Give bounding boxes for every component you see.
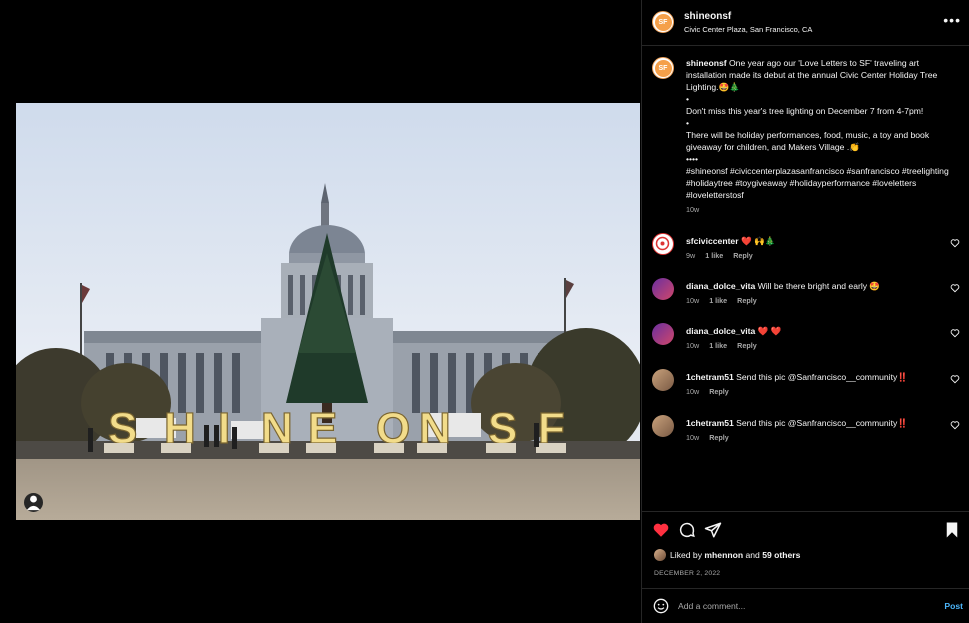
comment-item: diana_dolce_vita Will be there bright an…: [652, 278, 964, 316]
avatar-logo: SF: [654, 13, 672, 31]
avatar[interactable]: [652, 369, 674, 391]
heart-outline-icon[interactable]: [950, 283, 960, 293]
reply-button[interactable]: Reply: [737, 296, 757, 305]
comment-body: 1chetram51 Send this pic @Sanfrancisco__…: [686, 371, 946, 383]
avatar[interactable]: SF: [652, 11, 674, 33]
comment-time: 10w: [686, 433, 700, 442]
reply-button[interactable]: Reply: [709, 433, 729, 442]
heart-filled-icon[interactable]: [652, 521, 670, 539]
post-button[interactable]: Post: [944, 601, 963, 611]
comment-item: 1chetram51 Send this pic @Sanfrancisco__…: [652, 369, 964, 407]
sign-letter-i: I: [218, 404, 230, 453]
post-username[interactable]: shineonsf: [684, 11, 731, 22]
comment-item: 1chetram51 Send this pic @Sanfrancisco__…: [652, 415, 964, 453]
comment-username[interactable]: 1chetram51: [686, 372, 734, 382]
comment-meta: 10w Reply: [686, 387, 737, 396]
reply-button[interactable]: Reply: [709, 387, 729, 396]
liked-by-suffix: and: [745, 550, 760, 560]
bookmark-icon[interactable]: [943, 521, 961, 539]
comment-username[interactable]: diana_dolce_vita: [686, 281, 755, 291]
comment-meta: 10w Reply: [686, 433, 737, 442]
comment-text: Will be there bright and early 🤩: [757, 281, 881, 291]
comment-text: ❤️ ❤️: [757, 326, 782, 336]
heart-outline-icon[interactable]: [950, 374, 960, 384]
comment-time: 10w: [686, 341, 700, 350]
reply-button[interactable]: Reply: [737, 341, 757, 350]
comment-body: diana_dolce_vita Will be there bright an…: [686, 280, 946, 292]
post-actions: Liked by mhennon and 59 others DECEMBER …: [642, 511, 969, 588]
comment-input[interactable]: [678, 597, 928, 615]
user-tag-icon[interactable]: [24, 493, 43, 512]
caption-separator: •: [686, 118, 690, 128]
comment-likes[interactable]: 1 like: [705, 251, 723, 260]
post-location[interactable]: Civic Center Plaza, San Francisco, CA: [684, 25, 812, 34]
caption-avatar[interactable]: SF: [652, 57, 674, 79]
caption-time: 10w: [686, 205, 700, 214]
comment-likes[interactable]: 1 like: [709, 296, 727, 305]
post-side-panel: SF shineonsf Civic Center Plaza, San Fra…: [641, 0, 969, 623]
caption-hashtags[interactable]: #shineonsf #civiccenterplazasanfrancisco…: [686, 165, 958, 201]
caption-separator: •: [686, 94, 690, 104]
avatar[interactable]: [652, 278, 674, 300]
heart-outline-icon[interactable]: [950, 420, 960, 430]
comment-text: Send this pic @Sanfrancisco__community‼️: [736, 418, 908, 428]
liked-by-user[interactable]: mhennon: [704, 550, 743, 560]
post-header: SF shineonsf Civic Center Plaza, San Fra…: [642, 0, 969, 46]
civic-center-photo: S H I N E O N S F: [16, 103, 640, 520]
caption-text: shineonsf One year ago our 'Love Letters…: [686, 57, 958, 216]
comment-time: 9w: [686, 251, 696, 260]
avatar[interactable]: [652, 415, 674, 437]
post-photo[interactable]: S H I N E O N S F: [16, 103, 640, 520]
post-date: DECEMBER 2, 2022: [654, 570, 721, 577]
comment-username[interactable]: sfciviccenter: [686, 236, 739, 246]
comment-likes[interactable]: 1 like: [709, 341, 727, 350]
avatar[interactable]: [654, 549, 666, 561]
avatar[interactable]: [652, 323, 674, 345]
comment-text: ❤️ 🙌🎄: [740, 236, 776, 246]
comment-meta: 10w 1 like Reply: [686, 296, 765, 305]
comments-list[interactable]: SF shineonsf One year ago our 'Love Lett…: [642, 47, 969, 511]
avatar[interactable]: [652, 233, 674, 255]
liked-by: Liked by mhennon and 59 others: [654, 549, 800, 561]
comment-time: 10w: [686, 296, 700, 305]
caption-username[interactable]: shineonsf: [686, 58, 727, 68]
comment-body: sfciviccenter ❤️ 🙌🎄: [686, 235, 946, 247]
heart-outline-icon[interactable]: [950, 238, 960, 248]
comment-bubble-icon[interactable]: [678, 521, 696, 539]
more-dots-icon[interactable]: •••: [943, 12, 961, 28]
liked-by-prefix: Liked by: [670, 550, 703, 560]
paper-plane-icon[interactable]: [704, 521, 722, 539]
comment-time: 10w: [686, 387, 700, 396]
caption-separator: ••••: [686, 154, 699, 164]
avatar-logo: SF: [654, 59, 672, 77]
caption-text-3: There will be holiday performances, food…: [686, 130, 930, 152]
comment-item: diana_dolce_vita ❤️ ❤️ 10w 1 like Reply: [652, 323, 964, 361]
comment-text: Send this pic @Sanfrancisco__community‼️: [736, 372, 908, 382]
comment-meta: 9w 1 like Reply: [686, 251, 761, 260]
comment-body: 1chetram51 Send this pic @Sanfrancisco__…: [686, 417, 946, 429]
comment-item: sfciviccenter ❤️ 🙌🎄 9w 1 like Reply: [652, 233, 964, 271]
reply-button[interactable]: Reply: [733, 251, 753, 260]
comment-username[interactable]: diana_dolce_vita: [686, 326, 755, 336]
comment-username[interactable]: 1chetram51: [686, 418, 734, 428]
add-comment-bar: Post: [642, 588, 969, 623]
emoji-smile-icon[interactable]: [653, 598, 669, 614]
comment-body: diana_dolce_vita ❤️ ❤️: [686, 325, 946, 337]
heart-outline-icon[interactable]: [950, 328, 960, 338]
caption-text-2: Don't miss this year's tree lighting on …: [686, 106, 924, 116]
media-pane: S H I N E O N S F: [0, 0, 641, 623]
comment-meta: 10w 1 like Reply: [686, 341, 765, 350]
liked-by-others[interactable]: 59 others: [762, 550, 800, 560]
